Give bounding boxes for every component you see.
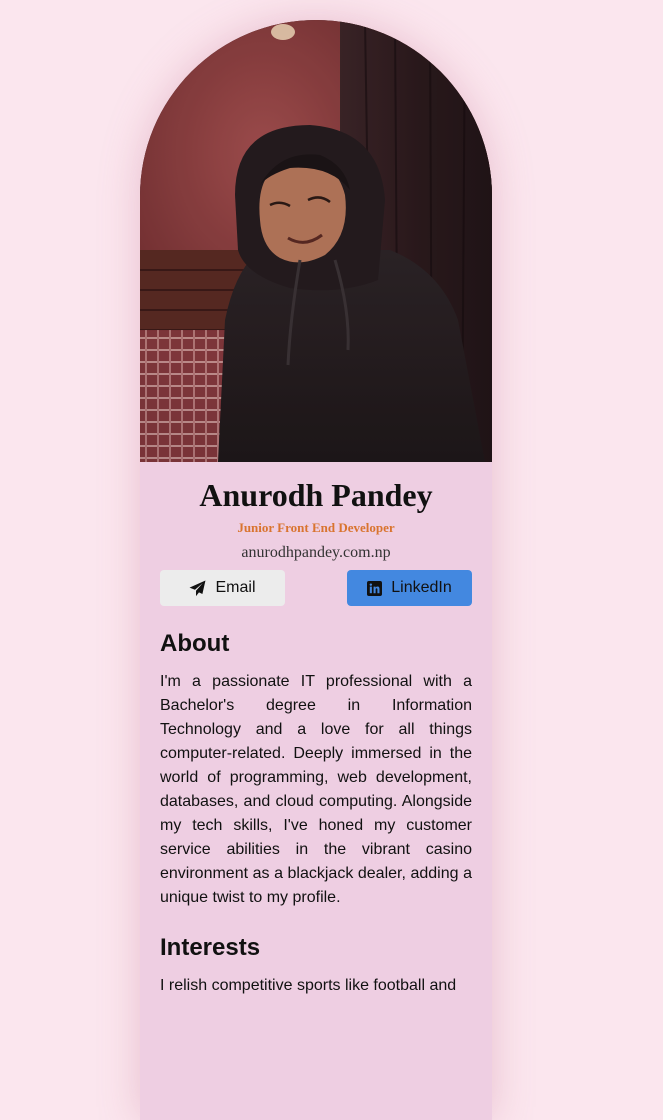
about-text: I'm a passionate IT professional with a … bbox=[160, 673, 472, 906]
about-heading: About bbox=[160, 630, 230, 657]
profile-website[interactable]: anurodhpandey.com.np bbox=[140, 544, 492, 562]
linkedin-icon bbox=[367, 580, 383, 596]
interests-section: Interests I relish competitive sports li… bbox=[140, 934, 492, 998]
email-button-label: Email bbox=[215, 579, 256, 596]
profile-name: Anurodh Pandey bbox=[199, 477, 433, 513]
profile-card: Anurodh Pandey Junior Front End Develope… bbox=[140, 20, 492, 1120]
paper-plane-icon bbox=[189, 580, 206, 597]
contact-buttons: Email LinkedIn bbox=[140, 570, 492, 606]
profile-photo-image bbox=[140, 20, 492, 462]
profile-role: Junior Front End Developer bbox=[237, 520, 395, 535]
linkedin-button-label: LinkedIn bbox=[391, 579, 452, 596]
email-button[interactable]: Email bbox=[160, 570, 285, 606]
about-section: About I'm a passionate IT professional w… bbox=[140, 630, 492, 910]
linkedin-button[interactable]: LinkedIn bbox=[347, 570, 472, 606]
interests-heading: Interests bbox=[160, 934, 261, 961]
profile-photo bbox=[140, 20, 492, 462]
interests-text: I relish competitive sports like footbal… bbox=[160, 977, 457, 994]
